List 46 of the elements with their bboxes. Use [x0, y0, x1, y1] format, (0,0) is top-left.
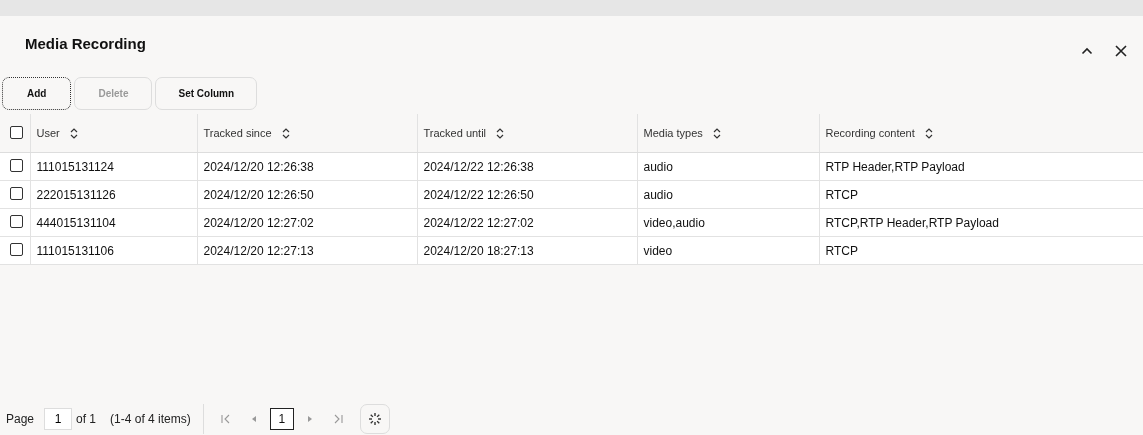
table-cell: RTCP: [825, 187, 858, 202]
table-cell: 2024/12/22 12:26:38: [423, 159, 534, 174]
table-cell: audio: [643, 159, 673, 174]
table-cell: 2024/12/20 12:26:50: [203, 187, 314, 202]
checkbox[interactable]: [10, 186, 23, 200]
checkbox[interactable]: [10, 242, 23, 256]
sort-icon[interactable]: [281, 127, 290, 139]
checkbox[interactable]: [10, 125, 23, 139]
table-cell: video,audio: [643, 215, 705, 230]
table-cell: 2024/12/20 12:26:38: [203, 159, 314, 174]
column-header[interactable]: Recording content: [825, 127, 915, 139]
item-summary: (1-4 of 4 items): [110, 412, 191, 426]
column-header[interactable]: Tracked until: [423, 127, 487, 139]
column-header[interactable]: Tracked since: [203, 127, 272, 139]
table-cell: audio: [643, 187, 673, 202]
spinner-icon: [367, 412, 382, 426]
table-cell: 111015131124: [36, 159, 114, 174]
first-page-icon: [219, 413, 232, 425]
refresh-button[interactable]: [359, 404, 390, 434]
sort-icon[interactable]: [712, 127, 721, 139]
page-field[interactable]: 1: [44, 408, 73, 430]
toolbar-button[interactable]: Add: [2, 77, 72, 110]
table-cell: RTP Header,RTP Payload: [825, 159, 965, 174]
checkbox[interactable]: [10, 214, 23, 228]
sort-icon[interactable]: [496, 127, 505, 139]
table-cell: video: [643, 243, 673, 258]
table-cell: 444015131104: [36, 215, 116, 230]
table-cell: 222015131126: [36, 187, 116, 202]
table-cell: 2024/12/20 12:27:13: [203, 243, 314, 258]
table-cell: 2024/12/20 18:27:13: [423, 243, 534, 258]
page-label: Page: [6, 412, 35, 426]
page-count: of 1: [76, 412, 97, 426]
table-cell: 111015131106: [36, 243, 114, 258]
table-cell: RTCP,RTP Header,RTP Payload: [825, 215, 999, 230]
sort-icon[interactable]: [69, 127, 78, 139]
column-header[interactable]: User: [36, 127, 60, 139]
table-cell: 2024/12/22 12:26:50: [423, 187, 534, 202]
page-button[interactable]: 1: [269, 408, 294, 430]
toolbar-button[interactable]: Set Column: [155, 77, 258, 110]
sort-icon[interactable]: [924, 127, 933, 139]
table-cell: 2024/12/20 12:27:02: [203, 215, 314, 230]
table-cell: 2024/12/22 12:27:02: [423, 215, 534, 230]
checkbox[interactable]: [10, 158, 23, 172]
column-header[interactable]: Media types: [643, 127, 703, 139]
dialog-title: Media Recording: [25, 35, 147, 52]
table-cell: RTCP: [825, 243, 858, 258]
